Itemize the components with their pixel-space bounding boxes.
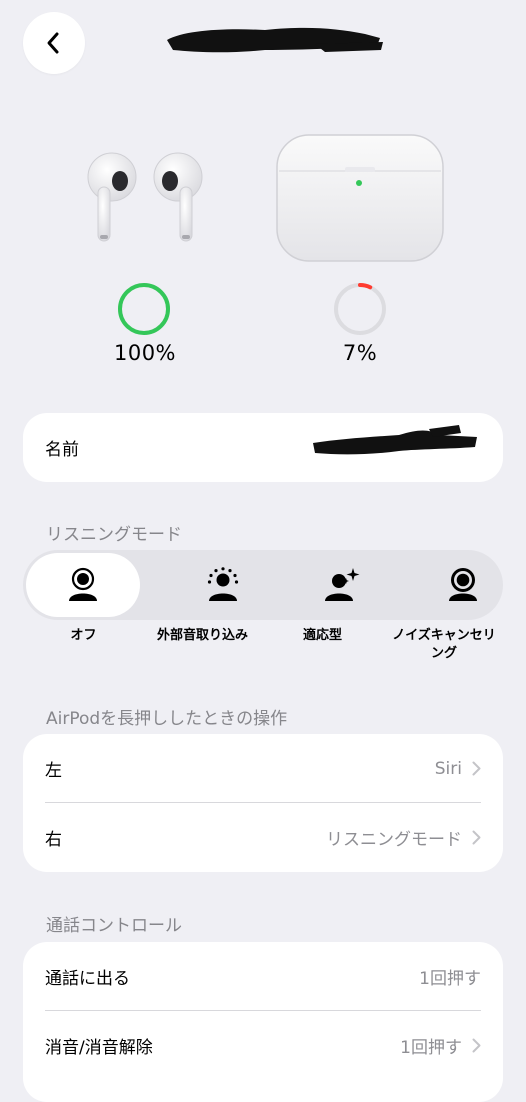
listening-mode-selector: [23, 550, 503, 620]
chevron-right-icon: [472, 1038, 481, 1053]
mute-label: 消音/消音解除: [45, 1038, 153, 1058]
person-off-icon: [69, 567, 97, 601]
person-noise-cancel-icon: [449, 568, 477, 601]
person-adaptive-icon: [325, 568, 360, 601]
chevron-right-icon: [472, 761, 481, 776]
battery-ring-track: [334, 283, 386, 335]
mode-transparency-label: 外部音取り込み: [156, 628, 248, 643]
chevron-left-icon: [47, 32, 59, 54]
mode-adaptive-label: 適応型: [302, 628, 342, 643]
mode-off-label: オフ: [70, 628, 97, 643]
charging-case-image: [276, 134, 444, 262]
answer-call-value: 1回押す: [419, 969, 481, 989]
case-battery-percent: 7%: [342, 341, 378, 365]
press-hold-section-label: AirPodを長押ししたときの操作: [46, 709, 288, 729]
earbuds-image: [87, 152, 203, 242]
battery-ring-fill: [118, 283, 170, 335]
left-label: 左: [45, 761, 62, 781]
chevron-right-icon: [472, 830, 481, 845]
back-button[interactable]: [23, 12, 85, 74]
right-label: 右: [45, 830, 62, 850]
answer-call-row[interactable]: 通話に出る 1回押す: [23, 942, 503, 1011]
mute-value: 1回押す: [400, 1038, 462, 1058]
mode-noise-cancel-button[interactable]: [403, 550, 523, 620]
left-value: Siri: [434, 758, 462, 779]
press-hold-card: 左 Siri 右 リスニングモード: [23, 734, 503, 872]
mode-off-button[interactable]: [26, 553, 140, 617]
earbuds-battery-ring: [118, 283, 170, 335]
mode-transparency-button[interactable]: [163, 550, 283, 620]
press-hold-right-row[interactable]: 右 リスニングモード: [23, 803, 503, 872]
press-hold-left-row[interactable]: 左 Siri: [23, 734, 503, 803]
name-card: 名前: [23, 413, 503, 482]
mode-adaptive-button[interactable]: [283, 550, 403, 620]
right-value: リスニングモード: [326, 830, 462, 850]
listening-mode-section-label: リスニングモード: [46, 525, 182, 545]
person-transparency-icon: [207, 567, 239, 601]
mute-row[interactable]: 消音/消音解除 1回押す: [23, 1011, 503, 1080]
call-control-section-label: 通話コントロール: [46, 916, 182, 936]
answer-call-label: 通話に出る: [45, 969, 130, 989]
case-battery-ring: [334, 283, 386, 335]
mode-noise-cancel-label: ノイズキャンセリング: [392, 628, 496, 661]
name-row[interactable]: 名前: [23, 413, 503, 482]
call-control-card: 通話に出る 1回押す 消音/消音解除 1回押す: [23, 942, 503, 1102]
redacted-device-name: [167, 27, 383, 53]
earbuds-battery-percent: 100%: [113, 341, 177, 365]
redacted-name-value: [313, 425, 477, 455]
